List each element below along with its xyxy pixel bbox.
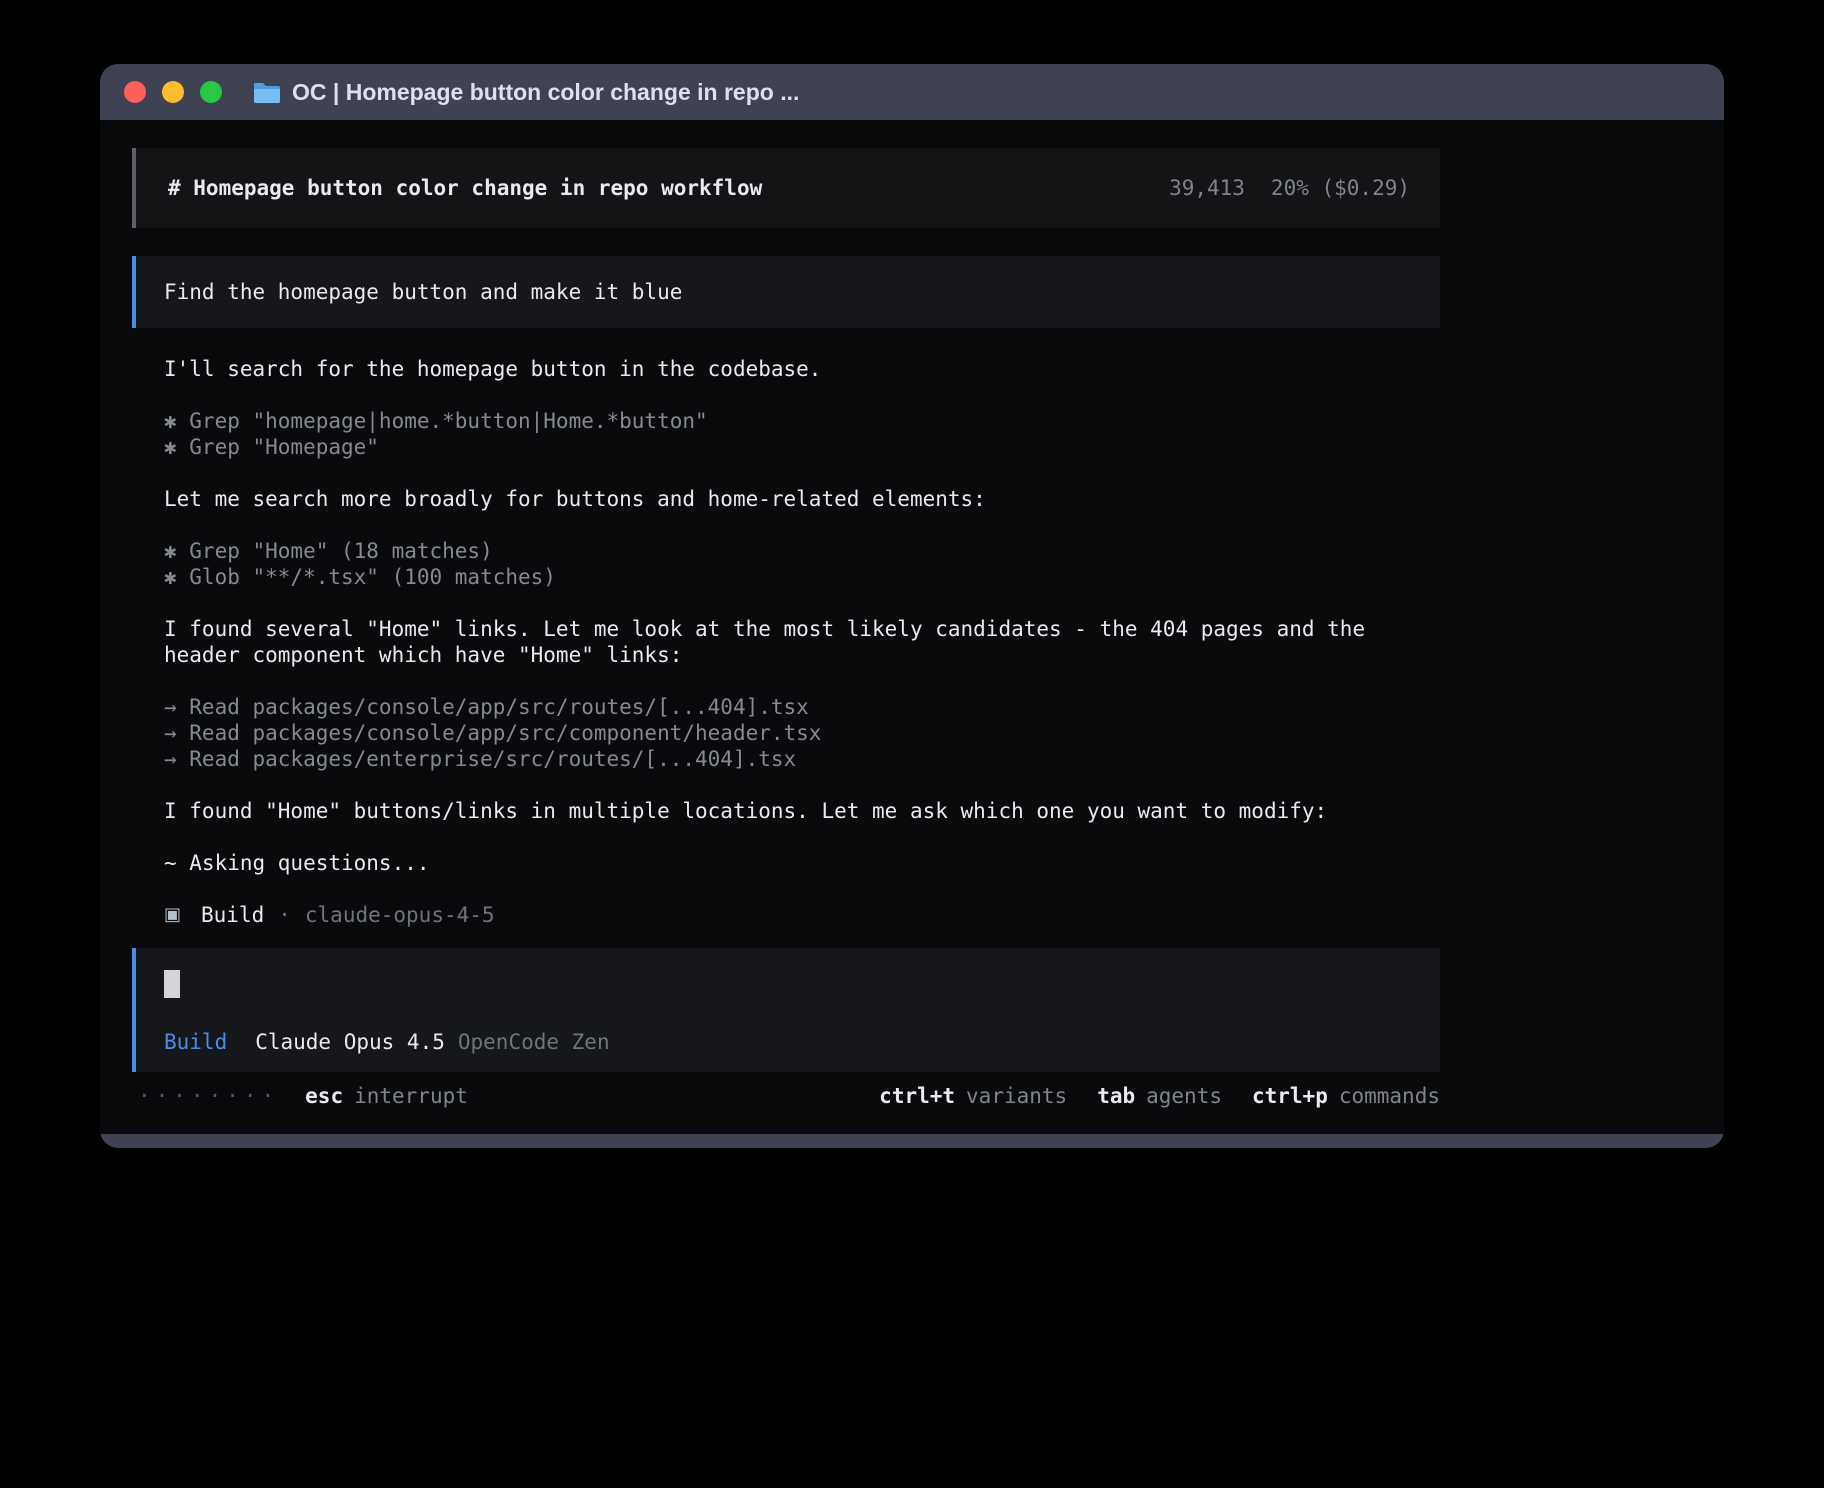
shortcut-commands: ctrl+p commands: [1252, 1084, 1440, 1108]
tool-call-grep: ✱ Grep "homepage|home.*button|Home.*butt…: [164, 408, 1440, 434]
traffic-lights: [124, 81, 222, 103]
assistant-text: I found "Home" buttons/links in multiple…: [164, 798, 1440, 824]
session-header: # Homepage button color change in repo w…: [132, 148, 1440, 228]
input-provider: OpenCode Zen: [458, 1030, 610, 1054]
tool-call-grep: ✱ Grep "Home" (18 matches): [164, 538, 1440, 564]
close-button[interactable]: [124, 81, 146, 103]
window-title: OC | Homepage button color change in rep…: [292, 79, 799, 106]
interrupt-label: interrupt: [354, 1084, 468, 1108]
assistant-text: I found several "Home" links. Let me loo…: [164, 616, 1440, 668]
context-usage: 20% ($0.29): [1271, 176, 1410, 200]
prompt-input[interactable]: Build Claude Opus 4.5 OpenCode Zen: [132, 948, 1440, 1072]
titlebar[interactable]: OC | Homepage button color change in rep…: [100, 64, 1724, 120]
agent-status: ▣ Build · claude-opus-4-5: [164, 902, 1440, 928]
shortcut-variants: ctrl+t variants: [879, 1084, 1067, 1108]
variants-label: variants: [966, 1084, 1067, 1108]
zoom-button[interactable]: [200, 81, 222, 103]
tool-call-grep: ✱ Grep "Homepage": [164, 434, 1440, 460]
assistant-text: Let me search more broadly for buttons a…: [164, 486, 1440, 512]
agent-square-icon: ▣: [164, 902, 181, 928]
tool-call-read: → Read packages/console/app/src/routes/[…: [164, 694, 1440, 720]
tab-key-hint: tab: [1097, 1084, 1135, 1108]
terminal-window: OC | Homepage button color change in rep…: [100, 64, 1724, 1148]
agents-label: agents: [1146, 1084, 1222, 1108]
asking-questions-status: ~ Asking questions...: [164, 850, 1440, 876]
input-mode[interactable]: Build: [164, 1030, 227, 1054]
agent-model: claude-opus-4-5: [305, 902, 495, 928]
tool-call-glob: ✱ Glob "**/*.tsx" (100 matches): [164, 564, 1440, 590]
ctrl-t-key-hint: ctrl+t: [879, 1084, 955, 1108]
token-count: 39,413: [1169, 176, 1245, 200]
agent-separator: ·: [278, 902, 291, 928]
minimize-button[interactable]: [162, 81, 184, 103]
assistant-text: I'll search for the homepage button in t…: [164, 356, 1440, 382]
session-title: # Homepage button color change in repo w…: [168, 176, 762, 200]
input-modeline: Build Claude Opus 4.5 OpenCode Zen: [164, 1030, 1412, 1054]
esc-key-hint: esc: [305, 1084, 343, 1108]
user-message-text: Find the homepage button and make it blu…: [164, 280, 682, 304]
terminal-content: # Homepage button color change in repo w…: [100, 120, 1724, 1134]
folder-icon: [252, 80, 280, 104]
commands-label: commands: [1339, 1084, 1440, 1108]
user-message: Find the homepage button and make it blu…: [132, 256, 1440, 328]
text-cursor: [164, 970, 180, 998]
shortcut-agents: tab agents: [1097, 1084, 1222, 1108]
ctrl-p-key-hint: ctrl+p: [1252, 1084, 1328, 1108]
progress-dots: ········: [138, 1084, 279, 1108]
transcript: I'll search for the homepage button in t…: [132, 356, 1440, 928]
agent-name: Build: [201, 902, 264, 928]
tool-call-read: → Read packages/enterprise/src/routes/[.…: [164, 746, 1440, 772]
tool-call-read: → Read packages/console/app/src/componen…: [164, 720, 1440, 746]
input-model[interactable]: Claude Opus 4.5: [255, 1030, 445, 1054]
status-bar: ········ esc interrupt ctrl+t variants t…: [132, 1084, 1440, 1108]
